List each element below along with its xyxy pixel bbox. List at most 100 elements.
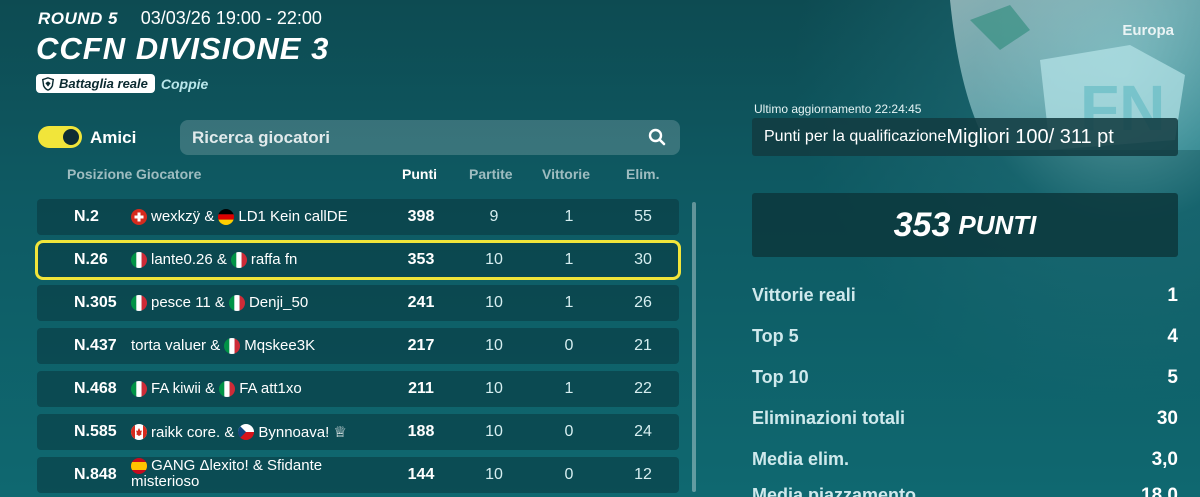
stat-row: Media elim. 3,0: [752, 449, 1178, 475]
row-elims: 24: [634, 423, 652, 440]
flag-germany-icon: [218, 208, 235, 225]
col-wins[interactable]: Vittorie: [542, 166, 590, 182]
row-points: 211: [408, 380, 434, 397]
qualification-box: Punti per la qualificazione Migliori 100…: [752, 118, 1178, 156]
col-elims[interactable]: Elim.: [626, 166, 659, 182]
table-row[interactable]: N.2 wexkzÿ & LD1 Kein callDE 398 9 1 55: [37, 199, 679, 235]
flag-italy-icon: [219, 380, 236, 397]
friends-label: Amici: [90, 128, 137, 147]
row-position: N.468: [74, 380, 117, 397]
row-position: N.585: [74, 423, 117, 440]
row-wins: 1: [564, 251, 574, 268]
qualification-label: Punti per la qualificazione: [764, 128, 947, 145]
flag-spain-icon: [131, 458, 147, 475]
flag-italy-icon: [131, 251, 147, 268]
region-label: Europa: [1122, 22, 1174, 39]
round-date: 03/03/26 19:00 - 22:00: [140, 8, 322, 28]
row-matches: 10: [485, 251, 503, 268]
row-elims: 26: [634, 294, 652, 311]
player-1-name: wexkzÿ &: [151, 208, 215, 225]
row-position: N.2: [74, 208, 99, 225]
row-matches: 10: [485, 337, 503, 354]
row-points: 188: [407, 423, 435, 440]
player-2-name: Denji_50: [248, 294, 309, 311]
col-points[interactable]: Punti: [402, 166, 437, 182]
row-matches: 10: [485, 466, 503, 483]
row-points: 353: [407, 251, 435, 268]
stat-row: Top 10 5: [752, 367, 1178, 393]
col-player[interactable]: Giocatore: [136, 166, 201, 182]
row-wins: 1: [564, 294, 574, 311]
toggle-knob: [63, 129, 79, 145]
row-elims: 12: [634, 466, 652, 483]
stat-label: Top 5: [752, 326, 799, 346]
points-total: 353: [893, 205, 951, 244]
stat-label: Vittorie reali: [752, 285, 856, 305]
mode-sub-label: Coppie: [160, 75, 209, 92]
row-position: N.848: [74, 466, 117, 483]
row-points: 398: [407, 208, 435, 225]
stat-row: Eliminazioni totali 30: [752, 408, 1178, 434]
stat-value: 18,0: [1141, 485, 1178, 497]
round-label: ROUND 5: [38, 9, 119, 28]
flag-switzerland-icon: [131, 208, 147, 225]
row-points: 144: [407, 466, 435, 483]
flag-italy-icon: [224, 337, 241, 354]
row-players: lante0.26 & raffa fn: [131, 251, 297, 268]
row-players: torta valuer & Mqskee3K: [131, 337, 315, 354]
row-players: wexkzÿ & LD1 Kein callDE: [131, 208, 348, 225]
player-1-name: pesce 11 &: [151, 294, 225, 311]
player-2-name: FA att1xo: [239, 380, 302, 397]
flag-czechia-icon: [238, 424, 255, 440]
player-1-name: lante0.26 &: [151, 251, 227, 268]
stat-label: Media piazzamento: [752, 485, 917, 497]
row-points: 241: [407, 294, 435, 311]
player-1-name: raikk core. &: [151, 423, 235, 441]
search-input[interactable]: [192, 126, 632, 150]
col-position[interactable]: Posizione: [67, 166, 132, 182]
row-wins: 0: [564, 466, 574, 483]
player-2-name: LD1 Kein callDE: [238, 208, 348, 225]
points-summary: 353 PUNTI: [752, 193, 1178, 257]
stat-label: Eliminazioni totali: [752, 408, 906, 428]
stat-value: 30: [1156, 408, 1178, 429]
row-matches: 10: [485, 423, 503, 440]
row-matches: 10: [485, 380, 503, 397]
leaderboard-scrollbar[interactable]: [692, 202, 696, 492]
stat-value: 1: [1167, 285, 1178, 306]
player-1-name: torta valuer &: [131, 337, 221, 354]
col-matches[interactable]: Partite: [469, 166, 513, 182]
mode-label: Battaglia reale: [59, 76, 148, 91]
row-players: pesce 11 & Denji_50: [131, 294, 308, 311]
stat-row: Vittorie reali 1: [752, 285, 1178, 311]
search-icon[interactable]: [648, 128, 666, 146]
stat-row: Media piazzamento 18,0: [752, 485, 1178, 497]
row-players: FA kiwii & FA att1xo: [131, 380, 302, 397]
player-2-name: Bynnoava! ♕: [258, 424, 347, 441]
table-row[interactable]: N.585 raikk core. & Bynnoava! ♕ 188 10 0…: [37, 414, 679, 450]
row-elims: 21: [634, 337, 652, 354]
row-players: GANG Δlexito! & Sfidante misterioso: [131, 457, 361, 491]
table-row[interactable]: N.468 FA kiwii & FA att1xo 211 10 1 22: [37, 371, 679, 407]
table-row[interactable]: N.848 GANG Δlexito! & Sfidante misterios…: [37, 457, 679, 493]
row-wins: 0: [564, 423, 574, 440]
row-matches: 10: [485, 294, 503, 311]
search-box[interactable]: [180, 120, 680, 155]
friends-toggle[interactable]: [38, 126, 82, 148]
player-names: GANG Δlexito! & Sfidante misterioso: [131, 457, 323, 491]
row-wins: 0: [564, 337, 574, 354]
stat-value: 3,0: [1151, 449, 1178, 470]
page-title: CCFN DIVISIONE 3: [36, 31, 330, 66]
row-wins: 1: [564, 380, 574, 397]
flag-canada-icon: [131, 424, 147, 440]
player-2-name: Mqskee3K: [244, 337, 316, 354]
table-row-selected[interactable]: N.26 lante0.26 & raffa fn 353 10 1 30: [35, 240, 681, 280]
row-elims: 55: [634, 208, 652, 225]
flag-italy-icon: [131, 294, 147, 311]
stat-row: Top 5 4: [752, 326, 1178, 352]
flag-italy-icon: [228, 294, 245, 311]
table-row[interactable]: N.305 pesce 11 & Denji_50 241 10 1 26: [37, 285, 679, 321]
row-elims: 22: [634, 380, 652, 397]
table-row[interactable]: N.437 torta valuer & Mqskee3K 217 10 0 2…: [37, 328, 679, 364]
row-position: N.305: [74, 294, 117, 311]
